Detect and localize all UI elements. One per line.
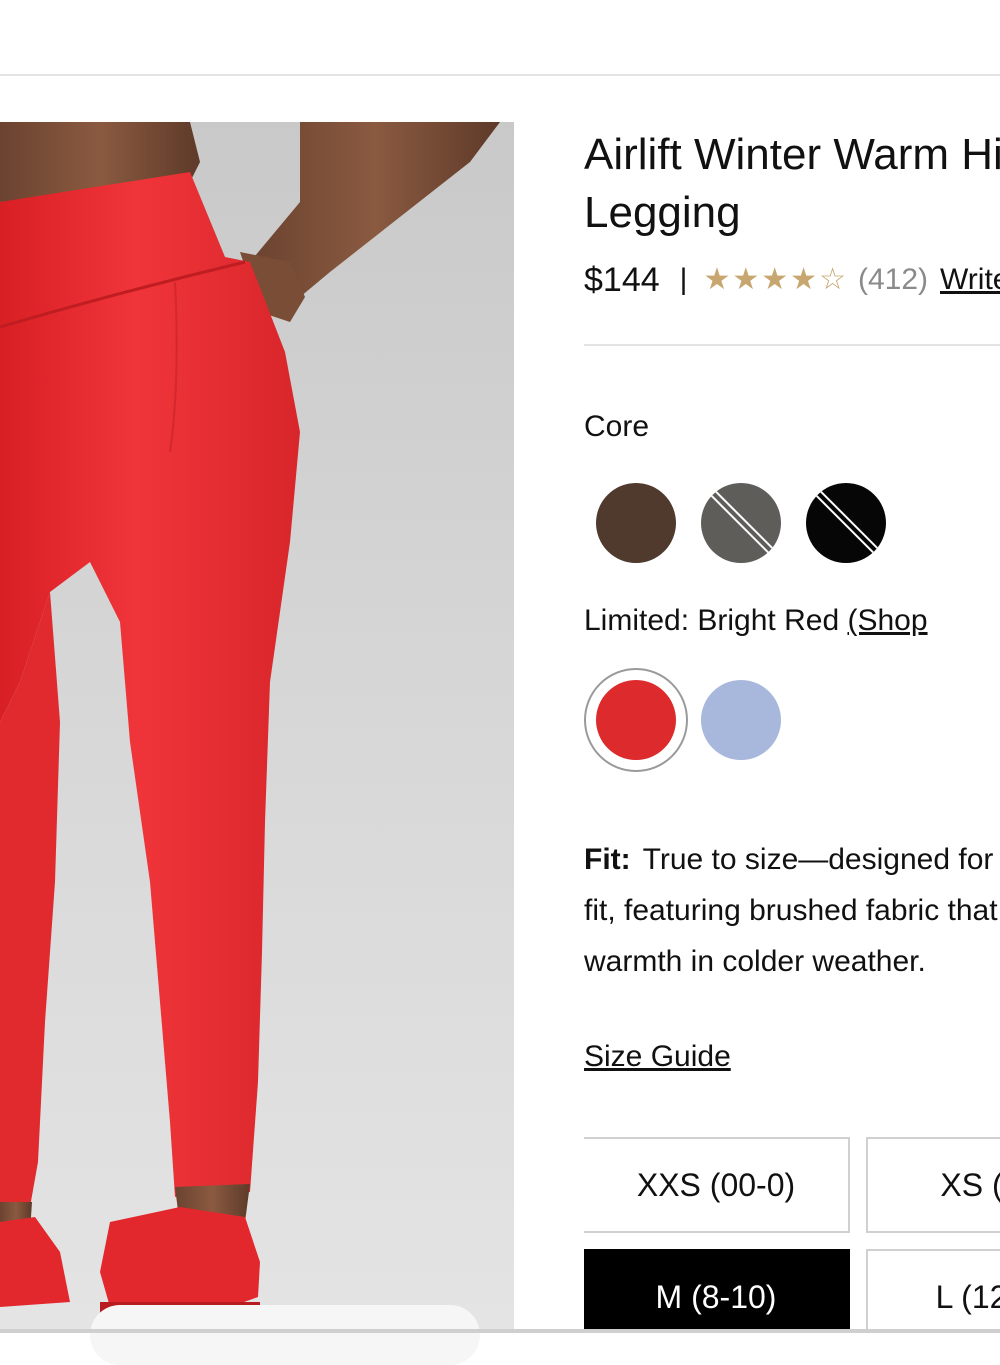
star-rating[interactable]: ★ ★ ★ ★ ☆ bbox=[703, 265, 846, 295]
star-filled-icon: ★ bbox=[703, 263, 731, 296]
product-title: Airlift Winter Warm High-Waist Legging bbox=[584, 130, 1000, 237]
core-colors-label: Core bbox=[584, 410, 650, 443]
swatch-bright-red[interactable] bbox=[596, 680, 676, 760]
size-option-xxs[interactable]: XXS (00-0) bbox=[584, 1137, 850, 1233]
limited-prefix: Limited: bbox=[584, 604, 698, 637]
fit-label: Fit: bbox=[584, 843, 631, 876]
size-option-m[interactable]: M (8-10) bbox=[584, 1249, 850, 1333]
price-separator: | bbox=[679, 263, 688, 296]
unavailable-slash-icon bbox=[705, 485, 777, 557]
product-details-panel: Airlift Winter Warm High-Waist Legging $… bbox=[584, 122, 1000, 1333]
selected-color-name: Bright Red bbox=[697, 604, 840, 637]
divider bbox=[584, 344, 1000, 346]
write-review-link[interactable]: Write a Review bbox=[940, 263, 1000, 297]
size-option-xs[interactable]: XS (2-4) bbox=[866, 1137, 1000, 1233]
screen-bottom-edge bbox=[0, 1329, 1000, 1333]
legging-photo-illustration bbox=[0, 122, 500, 1314]
image-carousel-indicator[interactable] bbox=[90, 1305, 480, 1365]
fit-description: Fit:True to size—designed for a compress… bbox=[584, 834, 1000, 987]
shop-color-link[interactable]: (Shop bbox=[847, 604, 927, 637]
limited-colors-label: Limited: Bright Red (Shop bbox=[584, 604, 928, 638]
swatch-blue[interactable] bbox=[701, 680, 781, 760]
product-image[interactable] bbox=[0, 122, 514, 1333]
star-filled-icon: ★ bbox=[761, 263, 789, 296]
star-empty-icon: ☆ bbox=[819, 263, 846, 296]
swatch-espresso[interactable] bbox=[596, 483, 676, 563]
size-guide-link[interactable]: Size Guide bbox=[584, 1040, 731, 1074]
swatch-anthracite[interactable] bbox=[701, 483, 781, 563]
product-price: $144 bbox=[584, 260, 660, 299]
price-rating-row: $144 | ★ ★ ★ ★ ☆ (412) Write a Review bbox=[584, 258, 1000, 302]
review-count[interactable]: (412) bbox=[858, 263, 928, 297]
star-filled-icon: ★ bbox=[790, 263, 818, 296]
size-option-l[interactable]: L (12-14) bbox=[866, 1249, 1000, 1333]
fit-text: True to size—designed for a compression … bbox=[584, 843, 1000, 978]
browser-top-bar bbox=[0, 0, 1000, 76]
unavailable-slash-icon bbox=[810, 485, 882, 557]
star-filled-icon: ★ bbox=[732, 263, 760, 296]
swatch-black[interactable] bbox=[806, 483, 886, 563]
